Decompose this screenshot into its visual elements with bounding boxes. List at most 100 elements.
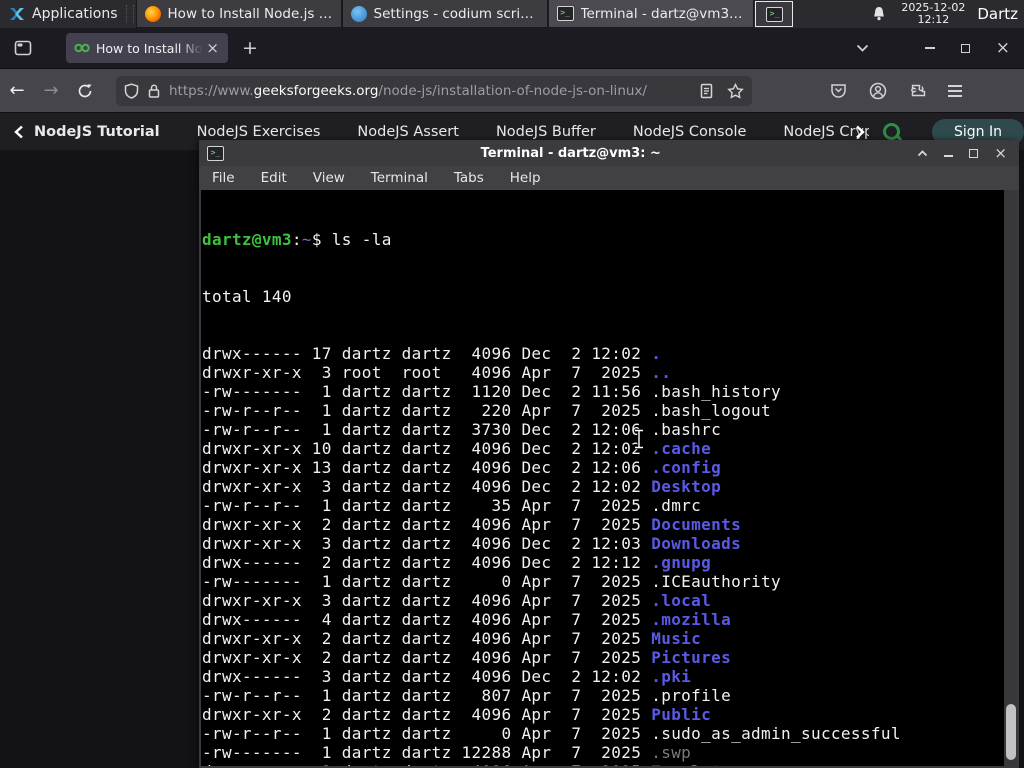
terminal-maximize-button[interactable]: [969, 148, 979, 158]
shield-icon[interactable]: [124, 82, 139, 99]
url-scheme: https://www.: [169, 82, 254, 99]
desktop: Applications How to Install Node.js o...…: [0, 0, 1024, 768]
tab-close-icon[interactable]: ×: [203, 40, 222, 56]
terminal-line: drwxr-xr-x 2 dartz dartz 4096 Apr 7 2025…: [202, 648, 732, 667]
file-name: .bashrc: [651, 420, 722, 439]
browser-close-button[interactable]: ×: [996, 39, 1010, 57]
file-name: Desktop: [651, 477, 722, 496]
forward-button[interactable]: →: [34, 80, 68, 101]
terminal-line: drwxr-xr-x 13 dartz dartz 4096 Dec 2 12:…: [202, 458, 722, 477]
terminal-line: drwxr-xr-x 2 dartz dartz 4096 Apr 7 2025…: [202, 705, 712, 724]
site-search-icon[interactable]: [883, 123, 900, 140]
window-buttons-container: How to Install Node.js o... Settings - co…: [135, 0, 754, 28]
file-name: .local: [651, 591, 712, 610]
file-name: .cache: [651, 439, 712, 458]
file-name: Documents: [651, 515, 742, 534]
terminal-close-button[interactable]: ×: [994, 145, 1007, 161]
clock[interactable]: 2025-12-02 12:12: [901, 2, 965, 26]
browser-maximize-button[interactable]: [960, 43, 970, 53]
window-button[interactable]: >_ Terminal - dartz@vm3: ~: [547, 0, 754, 28]
applications-label: Applications: [32, 6, 118, 22]
terminal-listing: drwx------ 17 dartz dartz 4096 Dec 2 12:…: [202, 344, 1004, 766]
account-icon[interactable]: [869, 82, 887, 100]
file-name: .sudo_as_admin_successful: [651, 724, 901, 743]
terminal-line: -rw-r--r-- 1 dartz dartz 807 Apr 7 2025 …: [202, 686, 732, 705]
site-nav-item[interactable]: NodeJS Exercises: [197, 124, 321, 140]
file-name: .gnupg: [651, 553, 712, 572]
distro-logo-icon: [10, 8, 24, 20]
terminal-menu-edit[interactable]: Edit: [261, 170, 287, 186]
tab-how-to-install-nodejs[interactable]: How to Install Node.js on ×: [66, 33, 228, 63]
terminal-line: drwxr-xr-x 2 dartz dartz 4096 Apr 7 2025…: [202, 515, 742, 534]
terminal-menu-tabs[interactable]: Tabs: [454, 170, 484, 186]
nav-scroll-right-icon[interactable]: [855, 125, 865, 139]
terminal-scrollbar-thumb[interactable]: [1005, 704, 1016, 760]
terminal-line: -rw-r--r-- 1 dartz dartz 3730 Dec 2 12:0…: [202, 420, 722, 439]
terminal-shade-button[interactable]: [917, 149, 928, 157]
site-nav-item[interactable]: NodeJS Tutorial: [34, 124, 160, 140]
file-name: Pictures: [651, 648, 732, 667]
file-name: .: [651, 344, 662, 363]
terminal-titlebar-icon: >_: [207, 145, 224, 161]
user-menu[interactable]: Dartz: [977, 5, 1018, 23]
window-button[interactable]: How to Install Node.js o...: [135, 0, 342, 28]
reader-mode-icon[interactable]: [700, 83, 713, 99]
file-name: .bash_logout: [651, 401, 772, 420]
file-name: Public: [651, 705, 712, 724]
pocket-icon[interactable]: [830, 82, 847, 99]
window-button-label: Settings - codium script...: [373, 5, 539, 22]
prompt-path: ~: [301, 230, 312, 249]
extensions-icon[interactable]: [909, 82, 926, 99]
terminal-line: drwxr-xr-x 10 dartz dartz 4096 Dec 2 12:…: [202, 439, 712, 458]
url-text: https://www.geeksforgeeks.org/node-js/in…: [169, 83, 692, 99]
browser-minimize-button[interactable]: [924, 47, 935, 49]
terminal-menu-terminal[interactable]: Terminal: [371, 170, 428, 186]
terminal-titlebar[interactable]: >_ Terminal - dartz@vm3: ~ ×: [199, 140, 1019, 166]
site-nav-item[interactable]: NodeJS Assert: [357, 124, 459, 140]
applications-menu[interactable]: Applications: [0, 0, 126, 28]
notification-bell-icon[interactable]: [871, 5, 887, 23]
menu-hamburger-icon[interactable]: [948, 82, 962, 100]
file-name: .swp: [651, 743, 692, 762]
site-nav-items: NodeJS Tutorial NodeJS Exercises NodeJS As…: [34, 124, 869, 140]
terminal-icon: >_: [556, 6, 574, 21]
terminal-window-controls: ×: [917, 145, 1007, 161]
file-name: .bash_history: [651, 382, 782, 401]
terminal-line: -rw-r--r-- 1 dartz dartz 0 Apr 7 2025 .s…: [202, 724, 901, 743]
terminal-line: drwx------ 4 dartz dartz 4096 Apr 7 2025…: [202, 610, 732, 629]
terminal-line: -rw------- 1 dartz dartz 12288 Apr 7 202…: [202, 743, 692, 762]
terminal-scrollbar[interactable]: [1004, 190, 1017, 766]
url-bar[interactable]: https://www.geeksforgeeks.org/node-js/in…: [116, 75, 752, 106]
terminal-menu-help[interactable]: Help: [510, 170, 541, 186]
toolbar-right-icons: [830, 82, 962, 100]
site-nav-item[interactable]: NodeJS Console: [633, 124, 747, 140]
firefox-view-icon[interactable]: [14, 40, 32, 56]
firefox-icon: [144, 5, 161, 22]
terminal-screen[interactable]: dartz@vm3:~$ ls -la total 140 drwx------…: [201, 190, 1004, 766]
nav-scroll-left-icon[interactable]: [14, 125, 24, 139]
file-name: .dmrc: [651, 496, 702, 515]
file-name: .pki: [651, 667, 692, 686]
terminal-line: drwxr-xr-x 3 dartz dartz 4096 Apr 7 2025…: [202, 591, 712, 610]
list-all-tabs-icon[interactable]: [856, 44, 869, 52]
terminal-line: drwxr-xr-x 3 dartz dartz 4096 Dec 2 12:0…: [202, 477, 722, 496]
terminal-menu-view[interactable]: View: [313, 170, 345, 186]
window-button[interactable]: Settings - codium script...: [341, 0, 548, 28]
lock-icon[interactable]: [147, 83, 161, 99]
back-button[interactable]: ←: [0, 80, 34, 101]
terminal-line: drwxr-xr-x 2 dartz dartz 4096 Apr 7 2025…: [202, 762, 1004, 766]
workspace-terminal-icon[interactable]: >_: [755, 1, 794, 27]
bookmark-star-icon[interactable]: [727, 82, 744, 99]
site-nav-item[interactable]: NodeJS Buffer: [496, 124, 596, 140]
reload-button[interactable]: [68, 83, 102, 99]
terminal-total-line: total 140: [202, 287, 292, 306]
new-tab-button[interactable]: +: [242, 38, 258, 58]
file-name: Templates: [651, 762, 741, 766]
terminal-menubar: File Edit View Terminal Tabs Help: [199, 166, 1019, 190]
file-name: ..: [651, 363, 672, 382]
terminal-body: dartz@vm3:~$ ls -la total 140 drwx------…: [199, 190, 1019, 768]
prompt-command: ls -la: [331, 230, 392, 249]
terminal-minimize-button[interactable]: [944, 155, 954, 157]
terminal-menu-file[interactable]: File: [212, 170, 235, 186]
prompt-user-host: dartz@vm3: [202, 230, 292, 249]
